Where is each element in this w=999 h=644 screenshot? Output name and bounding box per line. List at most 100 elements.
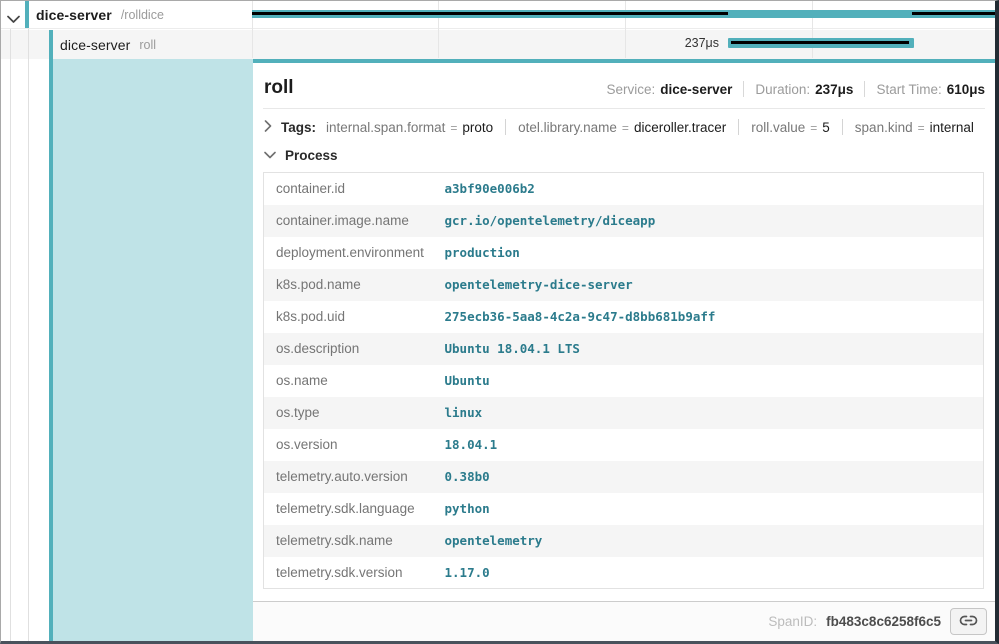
- kv-value: python: [445, 493, 984, 525]
- tag-value: internal: [930, 120, 974, 135]
- table-row: telemetry.auto.version0.38b0: [264, 461, 984, 493]
- tag-equals: =: [622, 121, 629, 135]
- kv-value: 0.38b0: [445, 461, 984, 493]
- kv-key: container.image.name: [264, 205, 445, 237]
- span-duration-label: 237μs: [559, 37, 719, 50]
- table-row: os.typelinux: [264, 397, 984, 429]
- kv-key: deployment.environment: [264, 237, 445, 269]
- kv-key: os.version: [264, 429, 445, 461]
- table-row: deployment.environmentproduction: [264, 237, 984, 269]
- kv-value: gcr.io/opentelemetry/diceapp: [445, 205, 984, 237]
- kv-value: a3bf90e006b2: [445, 173, 984, 205]
- service-color-stripe: [25, 1, 29, 28]
- kv-key: os.name: [264, 365, 445, 397]
- process-section-toggle[interactable]: Process: [253, 142, 995, 172]
- tag-item: otel.library.name = diceroller.tracer: [518, 120, 726, 135]
- kv-key: telemetry.auto.version: [264, 461, 445, 493]
- tags-section-toggle[interactable]: Tags: internal.span.format = proto otel.…: [253, 109, 995, 142]
- duration-label: Duration:: [755, 82, 810, 97]
- table-row: k8s.pod.uid275ecb36-5aa8-4c2a-9c47-d8bb6…: [264, 301, 984, 333]
- self-time-segment: [731, 41, 909, 44]
- tag-item: roll.value = 5: [751, 120, 830, 135]
- self-time-segment: [912, 12, 995, 15]
- tag-key: otel.library.name: [518, 120, 617, 135]
- collapse-chevron-icon[interactable]: [7, 11, 20, 29]
- span-bar-rolldice[interactable]: [252, 10, 995, 18]
- self-time-segment: [252, 12, 728, 15]
- tag-item: span.kind = internal: [855, 120, 974, 135]
- kv-value: 1.17.0: [445, 557, 984, 589]
- kv-key: os.description: [264, 333, 445, 365]
- operation-name: /rolldice: [121, 8, 164, 22]
- tag-value: 5: [822, 120, 830, 135]
- table-row: container.image.namegcr.io/opentelemetry…: [264, 205, 984, 237]
- process-kv-table: container.ida3bf90e006b2 container.image…: [263, 172, 984, 589]
- table-row: telemetry.sdk.languagepython: [264, 493, 984, 525]
- span-row-label: dice-server /rolldice: [36, 1, 164, 28]
- kv-key: telemetry.sdk.version: [264, 557, 445, 589]
- kv-value: Ubuntu 18.04.1 LTS: [445, 333, 984, 365]
- tag-equals: =: [810, 121, 817, 135]
- indent-guide-line: [10, 29, 11, 641]
- spanid-label: SpanID:: [768, 614, 817, 629]
- service-name: dice-server: [60, 37, 130, 53]
- kv-value: production: [445, 237, 984, 269]
- chevron-right-icon: [264, 120, 272, 135]
- span-bar-roll[interactable]: [728, 38, 914, 48]
- kv-key: container.id: [264, 173, 445, 205]
- kv-value: opentelemetry-dice-server: [445, 269, 984, 301]
- tag-key: internal.span.format: [326, 120, 445, 135]
- link-icon: [959, 614, 978, 630]
- kv-key: telemetry.sdk.name: [264, 525, 445, 557]
- spanid-value: fb483c8c6258f6c5: [826, 614, 941, 629]
- span-detail-panel: roll Service: dice-server Duration: 237μ…: [253, 59, 995, 641]
- service-name: dice-server: [36, 7, 112, 23]
- selected-span-highlight: [49, 59, 253, 641]
- service-color-stripe: [49, 30, 53, 59]
- table-row: os.nameUbuntu: [264, 365, 984, 397]
- table-row: container.ida3bf90e006b2: [264, 173, 984, 205]
- span-row-label: dice-server roll: [60, 30, 156, 59]
- kv-value: opentelemetry: [445, 525, 984, 557]
- span-title: roll: [264, 76, 294, 99]
- kv-value: Ubuntu: [445, 365, 984, 397]
- process-label: Process: [285, 148, 338, 163]
- tag-key: roll.value: [751, 120, 805, 135]
- tag-equals: =: [918, 121, 925, 135]
- kv-value: 275ecb36-5aa8-4c2a-9c47-d8bb681b9aff: [445, 301, 984, 333]
- kv-key: telemetry.sdk.language: [264, 493, 445, 525]
- table-row: telemetry.sdk.version1.17.0: [264, 557, 984, 589]
- table-row: os.version18.04.1: [264, 429, 984, 461]
- divider: [743, 81, 744, 97]
- kv-value: linux: [445, 397, 984, 429]
- kv-value: 18.04.1: [445, 429, 984, 461]
- tag-value: diceroller.tracer: [634, 120, 726, 135]
- table-row: k8s.pod.nameopentelemetry-dice-server: [264, 269, 984, 301]
- indent-guide-line: [28, 29, 29, 641]
- duration-value: 237μs: [815, 82, 853, 97]
- divider: [738, 119, 739, 135]
- service-value: dice-server: [660, 82, 732, 97]
- trace-timeline-view: dice-server /rolldice dice-server roll 2…: [0, 0, 999, 644]
- kv-key: k8s.pod.name: [264, 269, 445, 301]
- table-row: telemetry.sdk.nameopentelemetry: [264, 525, 984, 557]
- tag-equals: =: [450, 121, 457, 135]
- operation-name: roll: [139, 38, 156, 52]
- kv-key: os.type: [264, 397, 445, 429]
- divider: [842, 119, 843, 135]
- tags-label: Tags:: [281, 120, 316, 135]
- chevron-down-icon: [264, 146, 276, 164]
- span-detail-footer: SpanID: fb483c8c6258f6c5: [253, 601, 995, 641]
- tag-key: span.kind: [855, 120, 913, 135]
- start-time-value: 610μs: [947, 82, 985, 97]
- kv-key: k8s.pod.uid: [264, 301, 445, 333]
- divider: [505, 119, 506, 135]
- span-detail-header: roll Service: dice-server Duration: 237μ…: [253, 63, 995, 108]
- service-label: Service:: [607, 82, 656, 97]
- tag-item: internal.span.format = proto: [326, 120, 493, 135]
- span-overview: Service: dice-server Duration: 237μs Sta…: [607, 81, 985, 99]
- divider: [864, 81, 865, 97]
- start-time-label: Start Time:: [876, 82, 941, 97]
- table-row: os.descriptionUbuntu 18.04.1 LTS: [264, 333, 984, 365]
- copy-link-button[interactable]: [950, 608, 987, 635]
